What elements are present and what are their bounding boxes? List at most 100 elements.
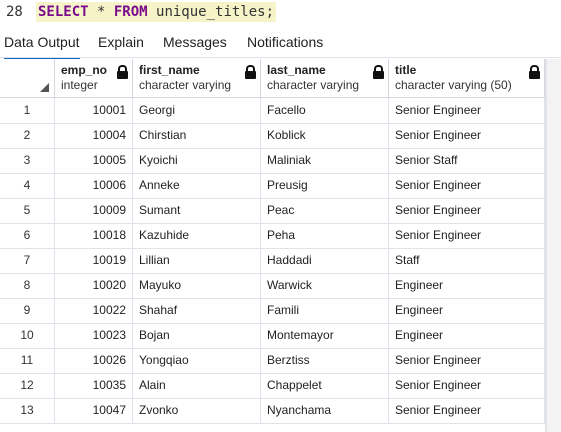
row-number[interactable]: 2 <box>0 123 55 148</box>
table-row[interactable]: 5 10009 Sumant Peac Senior Engineer <box>0 198 545 224</box>
cell-last-name[interactable]: Chappelet <box>261 373 389 398</box>
cell-emp-no[interactable]: 10005 <box>55 148 133 173</box>
row-number[interactable]: 8 <box>0 273 55 298</box>
vertical-scrollbar[interactable] <box>546 59 561 432</box>
row-number[interactable]: 9 <box>0 298 55 323</box>
table-row[interactable]: 2 10004 Chirstian Koblick Senior Engineer <box>0 123 545 149</box>
column-name: last_name <box>267 63 326 77</box>
table-row[interactable]: 6 10018 Kazuhide Peha Senior Engineer <box>0 223 545 249</box>
cell-emp-no[interactable]: 10026 <box>55 348 133 373</box>
tab-notifications[interactable]: Notifications <box>247 30 323 58</box>
column-header-emp-no[interactable]: emp_no integer <box>55 59 133 97</box>
cell-emp-no[interactable]: 10001 <box>55 98 133 123</box>
cell-first-name[interactable]: Sumant <box>133 198 261 223</box>
table-row[interactable]: 1 10001 Georgi Facello Senior Engineer <box>0 98 545 124</box>
cell-title[interactable]: Senior Engineer <box>389 173 545 198</box>
table-row[interactable]: 4 10006 Anneke Preusig Senior Engineer <box>0 173 545 199</box>
row-number[interactable]: 13 <box>0 398 55 423</box>
cell-last-name[interactable]: Haddadi <box>261 248 389 273</box>
cell-last-name[interactable]: Koblick <box>261 123 389 148</box>
cell-last-name[interactable]: Famili <box>261 298 389 323</box>
row-number[interactable]: 4 <box>0 173 55 198</box>
tab-explain[interactable]: Explain <box>98 30 144 58</box>
cell-title[interactable]: Senior Engineer <box>389 348 545 373</box>
cell-emp-no[interactable]: 10019 <box>55 248 133 273</box>
cell-last-name[interactable]: Peac <box>261 198 389 223</box>
cell-title[interactable]: Senior Engineer <box>389 98 545 123</box>
cell-emp-no[interactable]: 10004 <box>55 123 133 148</box>
cell-last-name[interactable]: Nyanchama <box>261 398 389 423</box>
column-header-first-name[interactable]: first_name character varying <box>133 59 261 97</box>
cell-title[interactable]: Senior Staff <box>389 148 545 173</box>
cell-last-name[interactable]: Berztiss <box>261 348 389 373</box>
column-header-last-name[interactable]: last_name character varying <box>261 59 389 97</box>
cell-emp-no[interactable]: 10023 <box>55 323 133 348</box>
sort-corner-icon <box>40 83 49 92</box>
cell-title[interactable]: Senior Engineer <box>389 198 545 223</box>
cell-title[interactable]: Engineer <box>389 298 545 323</box>
row-number[interactable]: 1 <box>0 98 55 123</box>
column-type: character varying <box>139 78 232 92</box>
data-output-grid: emp_no integer first_name character vary… <box>0 59 546 432</box>
cell-title[interactable]: Senior Engineer <box>389 398 545 423</box>
cell-title[interactable]: Senior Engineer <box>389 123 545 148</box>
cell-last-name[interactable]: Maliniak <box>261 148 389 173</box>
cell-first-name[interactable]: Georgi <box>133 98 261 123</box>
cell-first-name[interactable]: Lillian <box>133 248 261 273</box>
lock-icon <box>245 65 256 79</box>
cell-last-name[interactable]: Montemayor <box>261 323 389 348</box>
cell-last-name[interactable]: Facello <box>261 98 389 123</box>
table-row[interactable]: 13 10047 Zvonko Nyanchama Senior Engineer <box>0 398 545 424</box>
column-name: first_name <box>139 63 200 77</box>
tab-messages[interactable]: Messages <box>163 30 227 58</box>
column-type: integer <box>61 78 98 92</box>
cell-last-name[interactable]: Warwick <box>261 273 389 298</box>
table-row[interactable]: 9 10022 Shahaf Famili Engineer <box>0 298 545 324</box>
cell-last-name[interactable]: Peha <box>261 223 389 248</box>
row-number[interactable]: 6 <box>0 223 55 248</box>
select-all-corner[interactable] <box>0 59 55 97</box>
sql-editor[interactable]: 28 SELECT * FROM unique_titles; <box>0 0 561 26</box>
table-row[interactable]: 7 10019 Lillian Haddadi Staff <box>0 248 545 274</box>
table-row[interactable]: 11 10026 Yongqiao Berztiss Senior Engineer <box>0 348 545 374</box>
cell-first-name[interactable]: Kyoichi <box>133 148 261 173</box>
table-row[interactable]: 10 10023 Bojan Montemayor Engineer <box>0 323 545 349</box>
cell-emp-no[interactable]: 10018 <box>55 223 133 248</box>
column-type: character varying <box>267 78 360 92</box>
column-name: title <box>395 63 417 77</box>
cell-first-name[interactable]: Shahaf <box>133 298 261 323</box>
table-row[interactable]: 8 10020 Mayuko Warwick Engineer <box>0 273 545 299</box>
cell-first-name[interactable]: Yongqiao <box>133 348 261 373</box>
cell-emp-no[interactable]: 10006 <box>55 173 133 198</box>
sql-query-line[interactable]: SELECT * FROM unique_titles; <box>36 2 277 22</box>
cell-first-name[interactable]: Anneke <box>133 173 261 198</box>
grid-header: emp_no integer first_name character vary… <box>0 59 545 98</box>
column-header-title[interactable]: title character varying (50) <box>389 59 545 97</box>
cell-title[interactable]: Senior Engineer <box>389 373 545 398</box>
cell-emp-no[interactable]: 10022 <box>55 298 133 323</box>
cell-emp-no[interactable]: 10035 <box>55 373 133 398</box>
cell-first-name[interactable]: Chirstian <box>133 123 261 148</box>
cell-first-name[interactable]: Alain <box>133 373 261 398</box>
row-number[interactable]: 10 <box>0 323 55 348</box>
cell-first-name[interactable]: Mayuko <box>133 273 261 298</box>
row-number[interactable]: 5 <box>0 198 55 223</box>
cell-emp-no[interactable]: 10009 <box>55 198 133 223</box>
cell-emp-no[interactable]: 10020 <box>55 273 133 298</box>
row-number[interactable]: 7 <box>0 248 55 273</box>
row-number[interactable]: 11 <box>0 348 55 373</box>
cell-title[interactable]: Staff <box>389 248 545 273</box>
tab-data-output[interactable]: Data Output <box>4 30 80 60</box>
cell-last-name[interactable]: Preusig <box>261 173 389 198</box>
cell-title[interactable]: Engineer <box>389 273 545 298</box>
table-row[interactable]: 3 10005 Kyoichi Maliniak Senior Staff <box>0 148 545 174</box>
row-number[interactable]: 12 <box>0 373 55 398</box>
cell-emp-no[interactable]: 10047 <box>55 398 133 423</box>
row-number[interactable]: 3 <box>0 148 55 173</box>
cell-title[interactable]: Engineer <box>389 323 545 348</box>
table-row[interactable]: 12 10035 Alain Chappelet Senior Engineer <box>0 373 545 399</box>
cell-first-name[interactable]: Zvonko <box>133 398 261 423</box>
cell-first-name[interactable]: Kazuhide <box>133 223 261 248</box>
cell-first-name[interactable]: Bojan <box>133 323 261 348</box>
cell-title[interactable]: Senior Engineer <box>389 223 545 248</box>
